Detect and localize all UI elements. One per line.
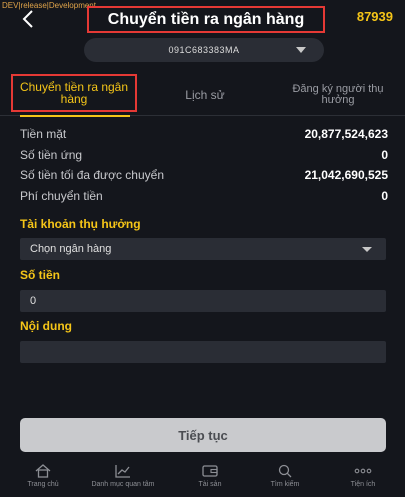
chevron-down-icon (362, 247, 372, 252)
nav-utilities[interactable]: Tiện ích (331, 463, 395, 497)
nav-home-label: Trang chủ (27, 481, 59, 488)
bank-select-value: Chọn ngân hàng (30, 243, 112, 255)
advance-label: Số tiền ứng (20, 148, 83, 162)
chevron-down-icon (296, 47, 306, 53)
chart-icon (114, 463, 132, 479)
max-transfer-value: 21,042,690,525 (304, 168, 388, 182)
tab-transfer-to-bank[interactable]: Chuyển tiền ra ngân hàng (11, 74, 137, 112)
beneficiary-label: Tài khoản thụ hưởng (20, 217, 141, 231)
wallet-icon (201, 463, 219, 479)
bank-select[interactable]: Chọn ngân hàng (20, 238, 386, 260)
back-button[interactable] (18, 9, 38, 29)
home-icon (34, 463, 52, 479)
fee-label: Phí chuyển tiền (20, 189, 103, 203)
info-row-advance: Số tiền ứng 0 (20, 146, 388, 164)
nav-search[interactable]: Tìm kiếm (253, 463, 317, 497)
content-input[interactable] (20, 341, 386, 363)
advance-value: 0 (381, 148, 388, 162)
tab-history[interactable]: Lịch sử (150, 74, 260, 116)
search-icon (276, 463, 294, 479)
more-icon (354, 463, 372, 479)
header: Chuyển tiền ra ngân hàng 87939 (0, 0, 405, 38)
nav-assets[interactable]: Tài sản (178, 463, 242, 497)
cash-value: 20,877,524,623 (304, 127, 388, 141)
info-row-fee: Phí chuyển tiền 0 (20, 187, 388, 205)
nav-utilities-label: Tiện ích (350, 481, 376, 488)
amount-input[interactable]: 0 (20, 290, 386, 312)
nav-search-label: Tìm kiếm (270, 481, 300, 488)
page-title: Chuyển tiền ra ngân hàng (87, 6, 325, 33)
nav-watchlist-label: Danh mục quan tâm (91, 481, 155, 488)
cash-label: Tiền mặt (20, 127, 67, 141)
tab-register-beneficiary[interactable]: Đăng ký người thụ hưởng (278, 74, 398, 116)
bottom-nav: Trang chủ Danh mục quan tâm Tài sản Tìm … (0, 459, 405, 497)
back-arrow-icon (22, 10, 33, 28)
info-row-max-transfer: Số tiền tối đa được chuyển 21,042,690,52… (20, 166, 388, 184)
active-tab-indicator (20, 115, 130, 117)
content-label: Nội dung (20, 319, 72, 333)
info-row-cash: Tiền mặt 20,877,524,623 (20, 125, 388, 143)
amount-value: 0 (30, 295, 37, 307)
account-code: 87939 (356, 9, 393, 24)
tab-bar: Chuyển tiền ra ngân hàng Lịch sử Đăng ký… (0, 74, 405, 117)
amount-label: Số tiền (20, 268, 61, 282)
continue-button[interactable]: Tiếp tục (20, 418, 386, 452)
max-transfer-label: Số tiền tối đa được chuyển (20, 168, 164, 182)
nav-home[interactable]: Trang chủ (11, 463, 75, 497)
nav-assets-label: Tài sản (198, 481, 222, 488)
account-select[interactable]: 091C683383MA (84, 38, 324, 62)
nav-watchlist[interactable]: Danh mục quan tâm (91, 463, 155, 497)
account-select-value: 091C683383MA (168, 45, 240, 55)
fee-value: 0 (381, 189, 388, 203)
